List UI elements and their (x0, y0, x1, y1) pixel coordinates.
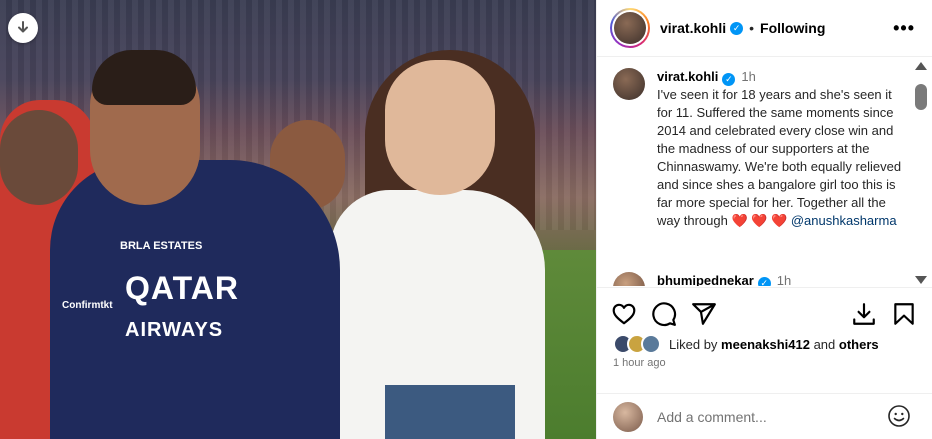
post-timestamp[interactable]: 1 hour ago (613, 357, 666, 369)
caption-time[interactable]: 1h (741, 69, 755, 84)
story-ring[interactable] (610, 8, 650, 48)
post-modal: BRLA ESTATES QATAR AIRWAYS Confirmtkt vi… (0, 0, 932, 439)
post-username[interactable]: virat.kohli (660, 20, 726, 36)
likes-others[interactable]: others (839, 337, 879, 352)
jersey-side-logo: Confirmtkt (62, 300, 113, 311)
comments-scrollbar[interactable] (914, 62, 928, 284)
post-header: virat.kohli ✓ • Following ••• (597, 0, 932, 57)
caption-text: I've seen it for 18 years and she's seen… (657, 87, 902, 228)
save-to-device-icon[interactable] (851, 301, 877, 327)
comment-input[interactable] (657, 408, 867, 425)
avatar[interactable] (613, 272, 645, 286)
verified-icon: ✓ (730, 21, 744, 35)
caption-username[interactable]: virat.kohli (657, 69, 718, 84)
likes-user[interactable]: meenakshi412 (721, 337, 810, 352)
bookmark-icon[interactable] (891, 301, 917, 327)
comment-time[interactable]: 1h (777, 273, 791, 286)
scroll-down-arrow[interactable] (915, 276, 927, 284)
add-comment-bar (597, 393, 932, 439)
share-icon[interactable] (691, 301, 717, 327)
scroll-thumb[interactable] (915, 84, 927, 110)
photo-man-hair (92, 50, 196, 105)
action-bar (597, 287, 932, 339)
jersey-brand-line1: QATAR (125, 270, 240, 306)
heart-icon[interactable] (611, 301, 637, 327)
jersey-brand-line2: AIRWAYS (125, 319, 224, 341)
comments-list[interactable]: virat.kohli ✓ 1h I've seen it for 18 years… (597, 58, 932, 286)
caption-hearts: ❤️ ❤️ ❤️ (731, 213, 788, 228)
jersey-brand: QATAR AIRWAYS (125, 270, 239, 344)
photo-person-left-head (0, 110, 78, 205)
following-button[interactable]: Following (760, 20, 825, 36)
jersey-sponsor: BRLA ESTATES (120, 240, 203, 252)
photo-woman-face (385, 60, 495, 195)
comment-username[interactable]: bhumipednekar (657, 273, 754, 286)
avatar (613, 401, 643, 432)
likes-prefix: Liked by (669, 336, 718, 352)
separator-dot: • (749, 20, 755, 36)
post-side-panel: virat.kohli ✓ • Following ••• virat.kohl… (596, 0, 932, 439)
download-icon (18, 21, 28, 33)
avatar[interactable] (613, 68, 645, 100)
comment-icon[interactable] (651, 301, 677, 327)
emoji-icon[interactable] (887, 404, 911, 428)
photo-woman-jeans (385, 385, 515, 439)
liker-avatars[interactable] (613, 334, 663, 354)
likes-middle: and (813, 336, 836, 352)
scroll-up-arrow[interactable] (915, 62, 927, 70)
verified-icon: ✓ (722, 73, 736, 86)
verified-icon: ✓ (757, 277, 771, 286)
post-photo[interactable]: BRLA ESTATES QATAR AIRWAYS Confirmtkt (0, 0, 596, 439)
likes-summary: Liked by meenakshi412 and others (613, 333, 923, 355)
avatar (641, 334, 661, 354)
avatar[interactable] (614, 12, 646, 44)
caption-mention[interactable]: @anushkasharma (791, 213, 897, 228)
download-button[interactable] (8, 13, 38, 43)
more-icon[interactable]: ••• (893, 18, 915, 39)
